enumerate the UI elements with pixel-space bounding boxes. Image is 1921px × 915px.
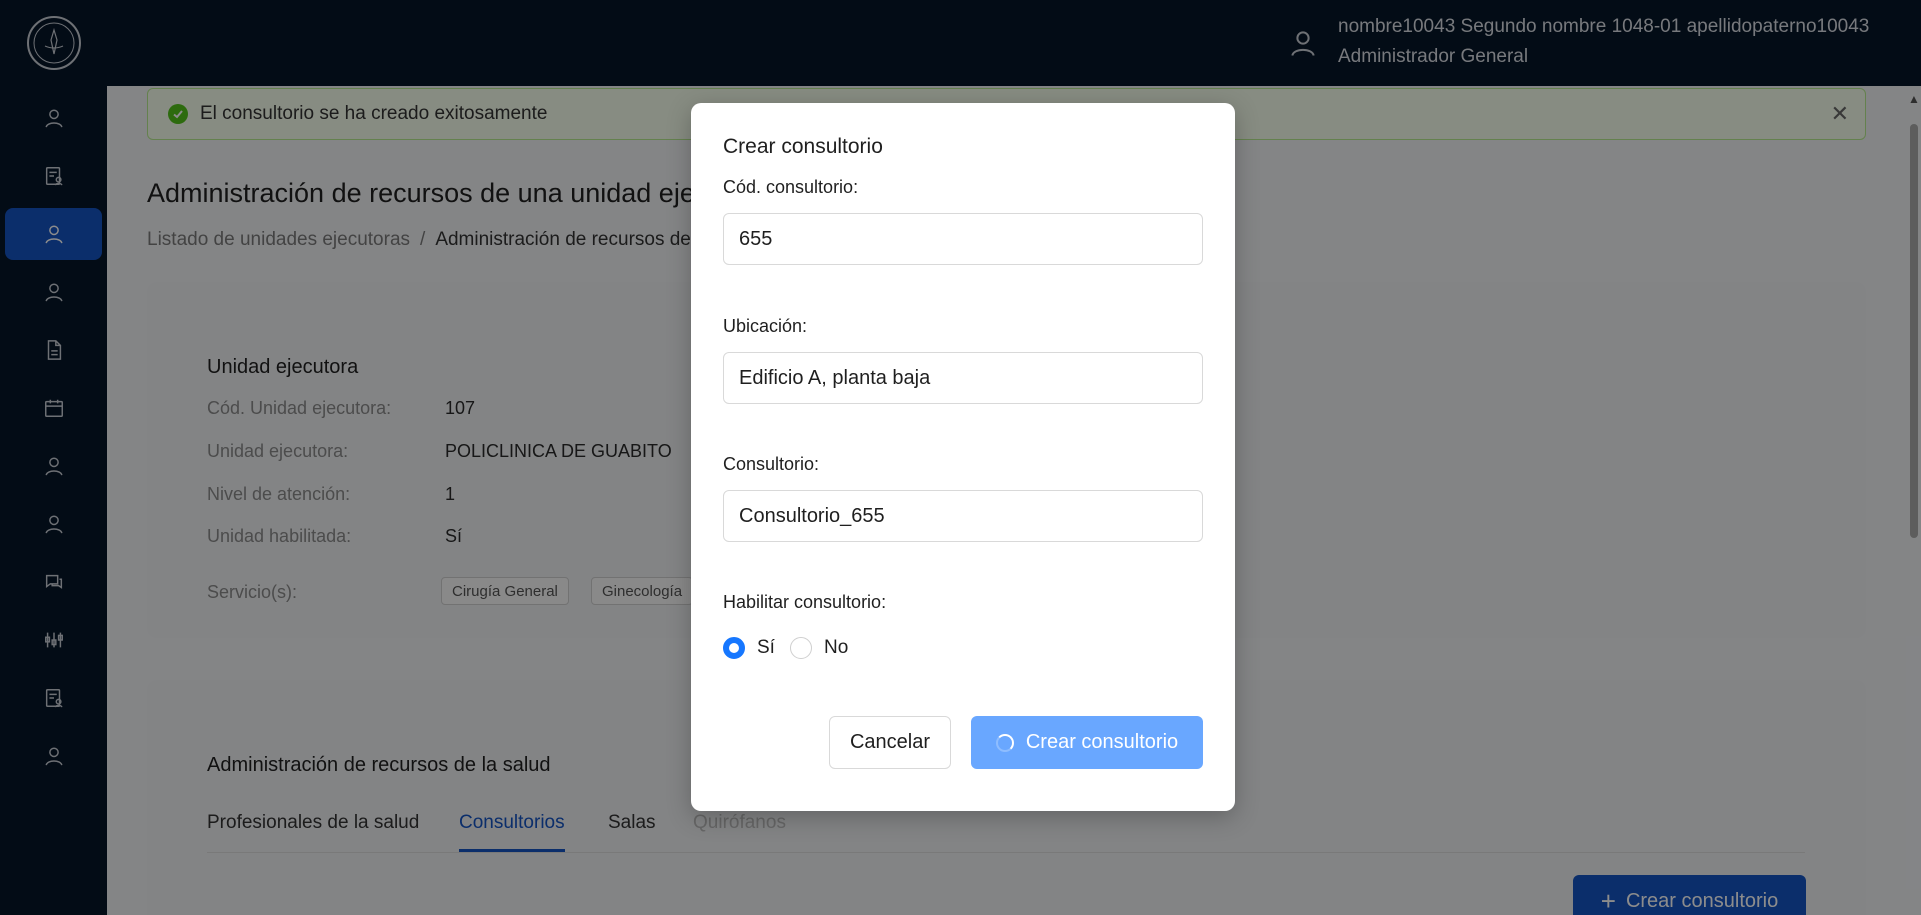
code-input[interactable] — [723, 213, 1203, 265]
radio-yes-circle[interactable] — [723, 637, 745, 659]
office-input[interactable] — [723, 490, 1203, 542]
code-label: Cód. consultorio: — [723, 177, 859, 197]
radio-no-label: No — [824, 637, 849, 658]
radio-yes[interactable]: Sí — [723, 637, 775, 659]
loading-spinner-icon — [995, 733, 1014, 752]
enable-label: Habilitar consultorio: — [723, 592, 887, 612]
radio-yes-label: Sí — [757, 637, 775, 658]
radio-no-circle[interactable] — [790, 637, 812, 659]
modal-title: Crear consultorio — [723, 135, 883, 158]
location-label: Ubicación: — [723, 316, 808, 336]
create-consultorio-submit-label: Crear consultorio — [1025, 731, 1179, 753]
radio-no[interactable]: No — [790, 637, 848, 659]
location-input[interactable] — [723, 352, 1203, 404]
office-label: Consultorio: — [723, 454, 820, 474]
cancel-button[interactable]: Cancelar — [829, 716, 951, 769]
create-consultorio-submit-button[interactable]: Crear consultorio — [971, 716, 1203, 769]
crear-consultorio-modal: Crear consultorio Cód. consultorio: Ubic… — [691, 103, 1235, 811]
